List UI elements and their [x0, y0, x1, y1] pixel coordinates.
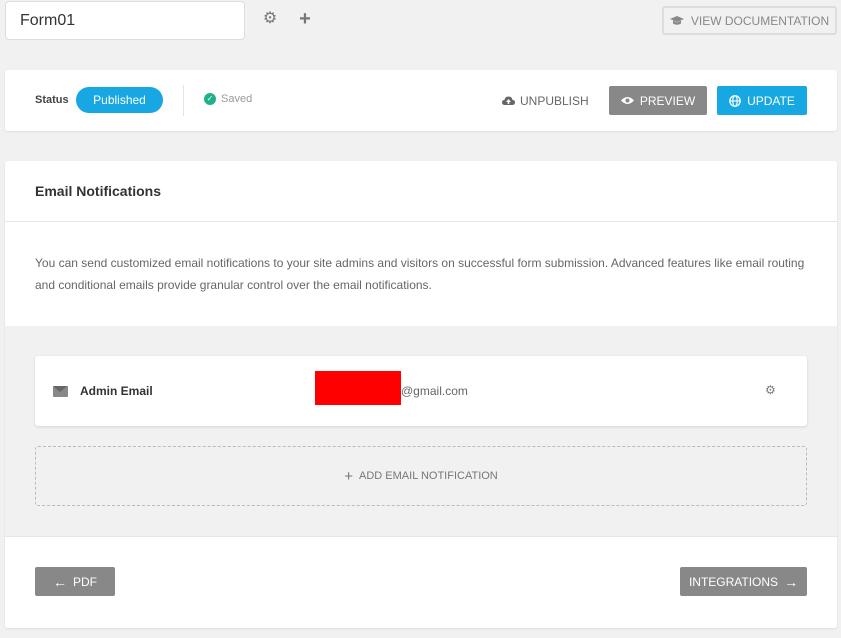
- view-documentation-button[interactable]: VIEW DOCUMENTATION: [662, 6, 837, 35]
- update-button[interactable]: UPDATE: [717, 86, 807, 115]
- eye-icon: [620, 97, 634, 104]
- gear-icon[interactable]: ⚙: [261, 10, 279, 28]
- unpublish-label: UNPUBLISH: [520, 94, 589, 108]
- preview-label: PREVIEW: [639, 93, 696, 108]
- status-card: Status Published ✓ Saved UNPUBLISH PREVI…: [5, 70, 837, 131]
- notification-name: Admin Email: [80, 384, 153, 398]
- prev-pdf-label: PDF: [73, 574, 97, 589]
- section-title: Email Notifications: [35, 183, 162, 199]
- add-email-notification-button[interactable]: + ADD EMAIL NOTIFICATION: [35, 446, 807, 506]
- notification-email: @gmail.com: [401, 384, 468, 398]
- envelope-icon: [53, 386, 68, 397]
- divider: [5, 221, 837, 222]
- next-integrations-label: INTEGRATIONS: [688, 574, 779, 589]
- arrow-left-icon: ←: [53, 573, 67, 590]
- status-label: Status: [35, 94, 69, 106]
- saved-label: Saved: [221, 93, 253, 105]
- notifications-list: Admin Email @gmail.com ⚙ + ADD EMAIL NOT…: [5, 326, 837, 536]
- plus-icon: +: [344, 467, 354, 485]
- graduation-cap-icon: [669, 15, 684, 25]
- gear-icon[interactable]: ⚙: [765, 383, 776, 397]
- saved-indicator: ✓ Saved: [204, 93, 252, 105]
- plus-icon[interactable]: +: [296, 9, 314, 29]
- section-description: You can send customized email notificati…: [35, 256, 805, 292]
- cloud-upload-icon: [502, 96, 515, 105]
- next-integrations-button[interactable]: INTEGRATIONS →: [680, 567, 807, 596]
- prev-pdf-button[interactable]: ← PDF: [35, 567, 115, 596]
- check-circle-icon: ✓: [204, 93, 216, 105]
- redacted-block: [315, 371, 401, 405]
- globe-icon: [729, 94, 741, 107]
- divider: [5, 536, 837, 537]
- arrow-right-icon: →: [784, 573, 799, 590]
- preview-button[interactable]: PREVIEW: [609, 86, 707, 115]
- status-badge[interactable]: Published: [76, 87, 163, 113]
- unpublish-button[interactable]: UNPUBLISH: [502, 94, 589, 108]
- view-documentation-label: VIEW DOCUMENTATION: [690, 13, 830, 28]
- form-name-input[interactable]: Form01: [5, 1, 245, 40]
- email-notifications-card: Email Notifications You can send customi…: [5, 161, 837, 628]
- notification-row[interactable]: Admin Email @gmail.com ⚙: [35, 356, 807, 426]
- add-email-notification-label: ADD EMAIL NOTIFICATION: [359, 470, 498, 482]
- divider: [183, 85, 184, 116]
- update-label: UPDATE: [747, 93, 795, 108]
